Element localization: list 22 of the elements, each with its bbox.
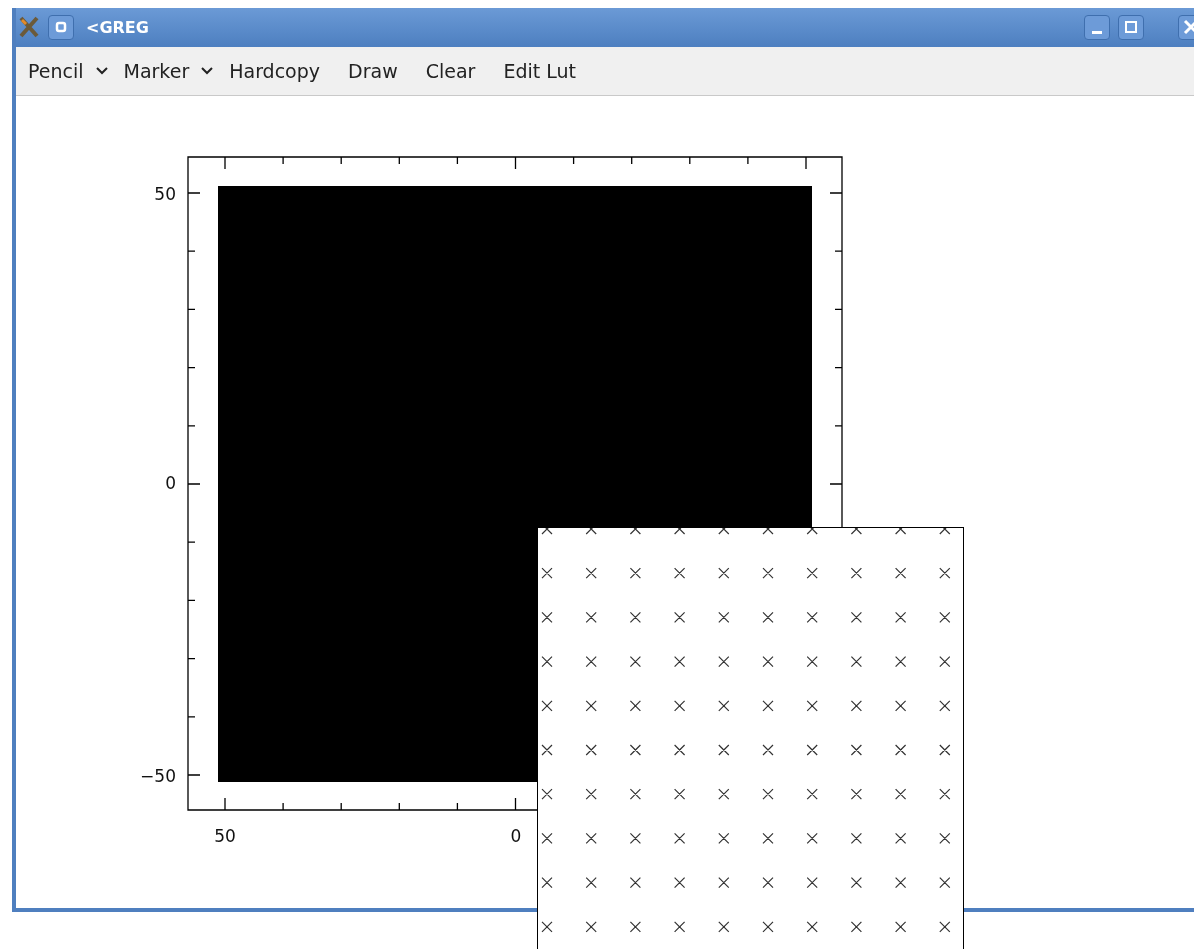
chevron-down-icon bbox=[201, 66, 214, 75]
y-tick-label: 50 bbox=[154, 184, 176, 204]
menu-button[interactable]: Clear bbox=[417, 55, 484, 86]
menu-button[interactable]: Draw bbox=[340, 55, 406, 86]
dropdown-menu[interactable]: Pencil bbox=[20, 55, 116, 86]
menu-button[interactable]: Edit Lut bbox=[495, 55, 584, 86]
maximize-button[interactable] bbox=[1118, 14, 1144, 40]
minimize-icon bbox=[1092, 30, 1102, 34]
close-icon bbox=[1183, 19, 1194, 36]
x-tick-label: 0 bbox=[510, 826, 522, 846]
x-logo-icon bbox=[18, 16, 40, 39]
y-tick-label: −50 bbox=[140, 766, 176, 786]
dropdown-menu[interactable]: Marker bbox=[115, 55, 222, 86]
square-icon bbox=[54, 20, 68, 35]
y-tick-label: 0 bbox=[165, 473, 176, 493]
maximize-icon bbox=[1124, 20, 1138, 35]
menu-button[interactable]: Hardcopy bbox=[221, 55, 329, 86]
window-menu-button[interactable] bbox=[48, 14, 74, 40]
chevron-down-icon bbox=[95, 66, 108, 75]
window-title: <GREG bbox=[86, 17, 149, 37]
x-tick-label: 50 bbox=[214, 826, 236, 846]
minimize-button[interactable] bbox=[1084, 14, 1110, 40]
